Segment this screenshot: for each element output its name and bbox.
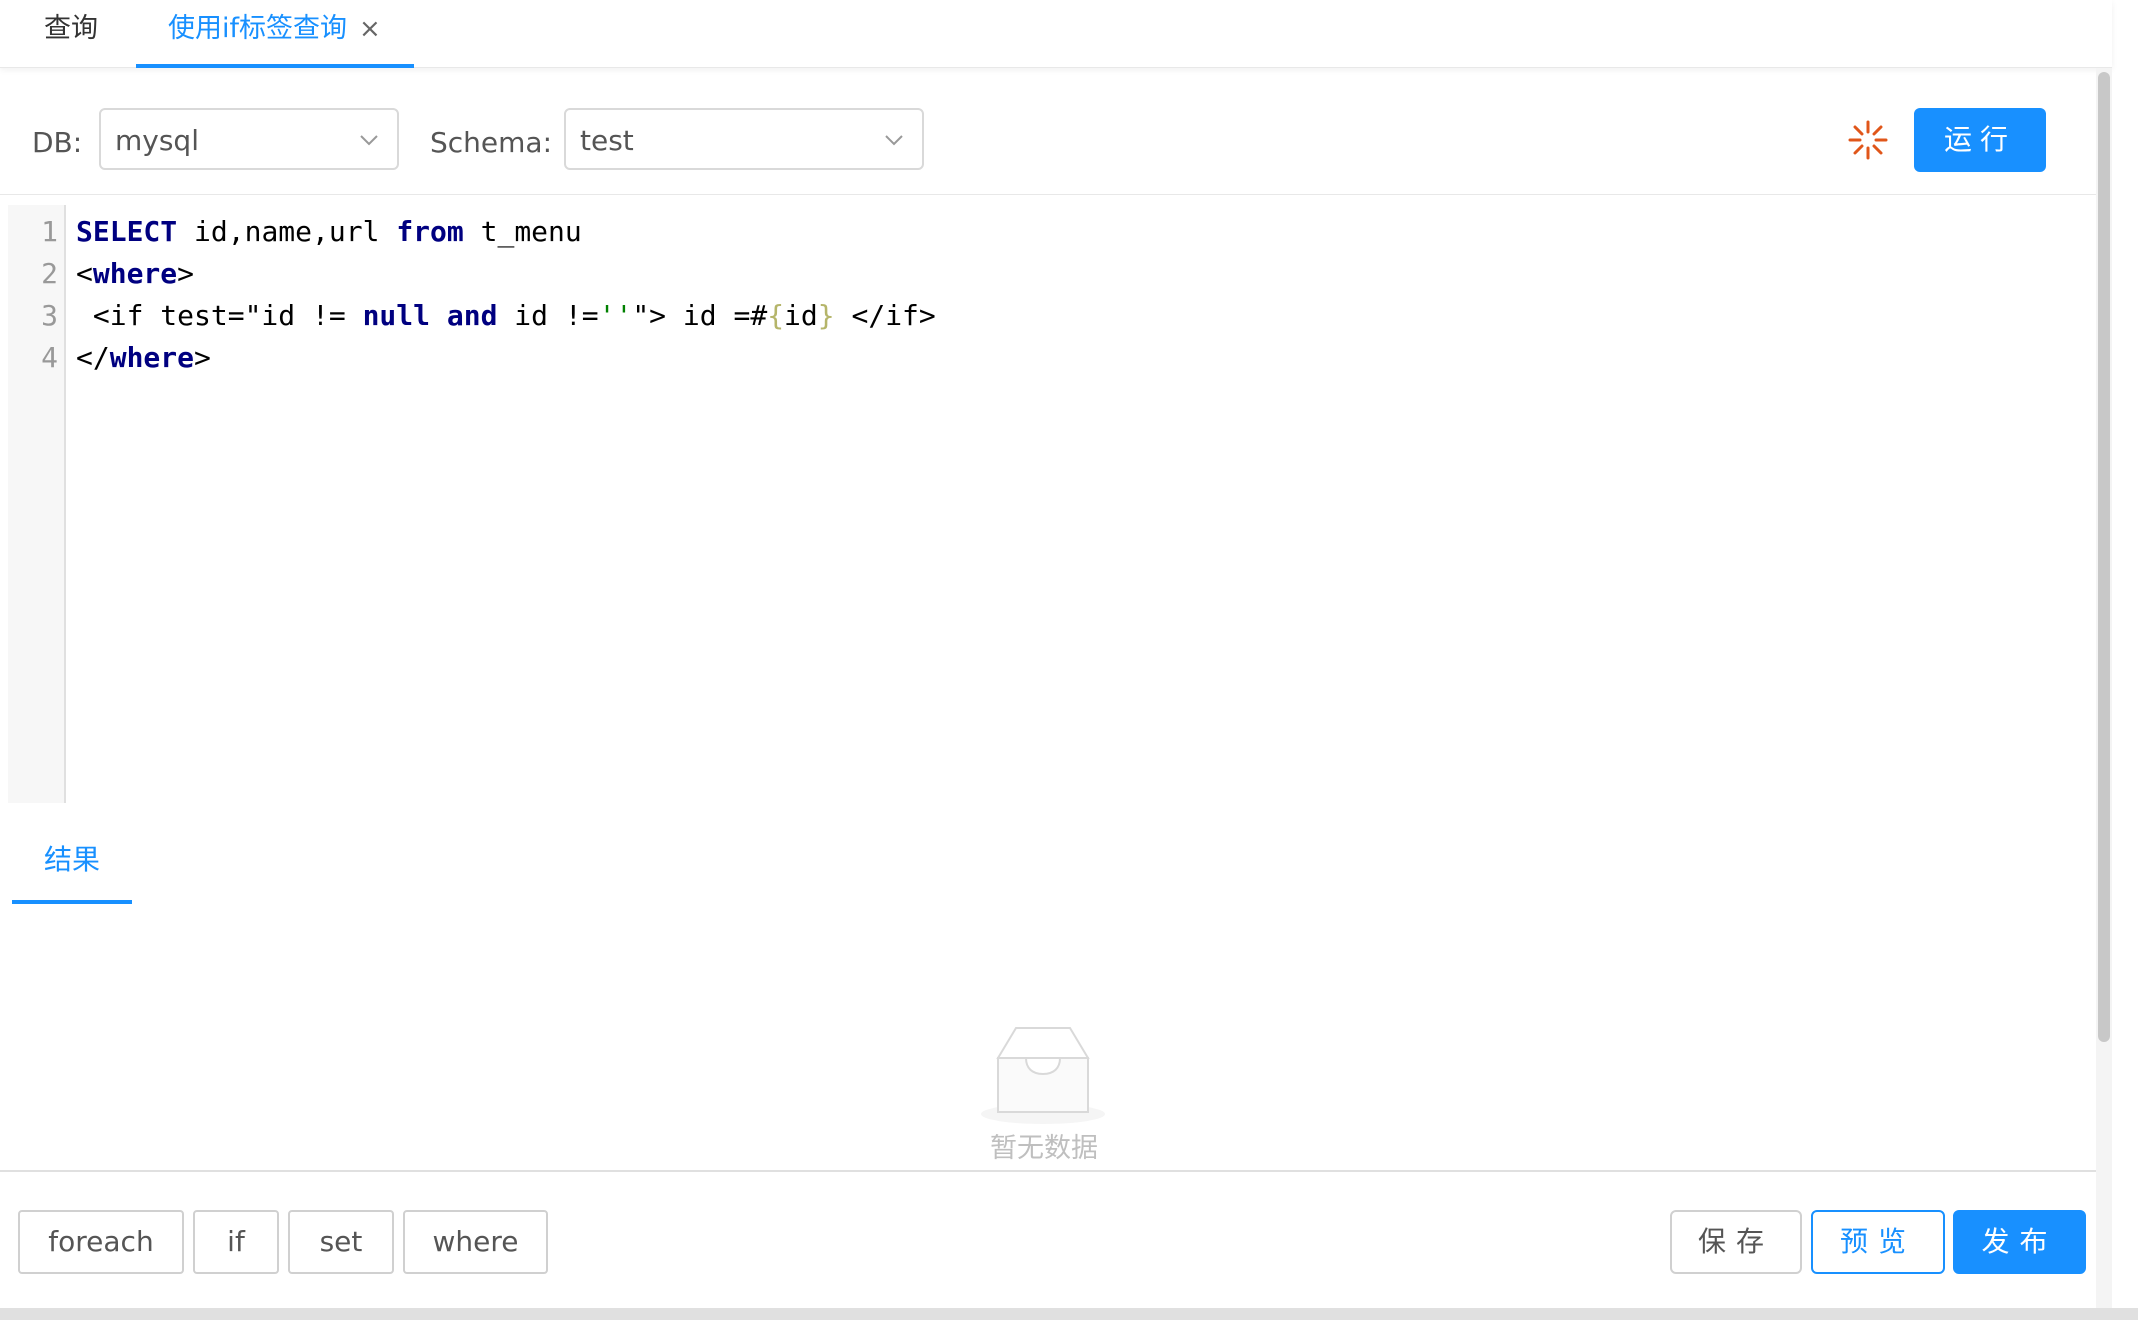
where-button[interactable]: where: [403, 1210, 548, 1274]
line-number: 2: [41, 257, 58, 290]
chevron-down-icon: [885, 135, 903, 146]
code-token: <if test="id !=: [76, 299, 363, 332]
set-button[interactable]: set: [288, 1210, 394, 1274]
line-number: 1: [41, 215, 58, 248]
code-token: SELECT: [76, 215, 178, 248]
tab-query-label: 查询: [44, 13, 98, 44]
line-number-gutter: 1 2 3 4: [8, 205, 66, 803]
publish-button[interactable]: 发布: [1953, 1210, 2086, 1274]
toolbar-divider: [0, 194, 2096, 195]
code-token: </: [76, 341, 110, 374]
code-token: id: [784, 299, 818, 332]
db-select[interactable]: mysql: [99, 108, 399, 170]
tab-bar: 查询 使用if标签查询 ×: [0, 0, 2112, 68]
tab-if-query[interactable]: 使用if标签查询 ×: [136, 0, 414, 68]
tab-if-query-label: 使用if标签查询: [168, 13, 348, 44]
db-label: DB:: [32, 126, 83, 159]
code-token: {: [767, 299, 785, 332]
save-button[interactable]: 保存: [1670, 1210, 1802, 1274]
db-select-value: mysql: [115, 124, 199, 157]
bottom-bar: foreach if set where 保存 预览 发布: [0, 1170, 2112, 1308]
vertical-scrollbar-thumb[interactable]: [2098, 72, 2110, 1042]
code-line: SELECT id,name,url from t_menu: [76, 215, 582, 248]
sql-editor[interactable]: 1 2 3 4 SELECT id,name,url from t_menu <…: [8, 205, 2096, 803]
code-token: id,name,url: [177, 215, 397, 248]
horizontal-scrollbar[interactable]: [0, 1308, 2138, 1320]
code-line: <if test="id != null and id !=''"> id =#…: [76, 299, 936, 332]
code-token: from: [396, 215, 464, 248]
code-token: "> id =#: [632, 299, 768, 332]
code-token: and: [446, 299, 498, 332]
toolbar: DB: mysql Schema: test 运行: [0, 96, 2096, 184]
format-sparkle-icon[interactable]: [1846, 118, 1890, 162]
tab-results[interactable]: 结果: [12, 836, 132, 904]
empty-text: 暂无数据: [990, 1133, 1098, 1164]
schema-select[interactable]: test: [564, 108, 924, 170]
close-icon[interactable]: ×: [359, 0, 381, 58]
code-token: t_menu: [463, 215, 582, 248]
if-button[interactable]: if: [193, 1210, 279, 1274]
foreach-button[interactable]: foreach: [18, 1210, 184, 1274]
chevron-down-icon: [360, 135, 378, 146]
run-button[interactable]: 运行: [1914, 108, 2046, 172]
line-number: 3: [41, 299, 58, 332]
code-token: }: [817, 299, 835, 332]
tab-query[interactable]: 查询: [44, 0, 98, 68]
code-token: </if>: [834, 299, 936, 332]
schema-label: Schema:: [430, 126, 553, 159]
code-token: '': [598, 299, 633, 332]
code-token: where: [92, 257, 178, 290]
code-line: </where>: [76, 341, 211, 374]
code-token: >: [177, 257, 195, 290]
code-token: null: [362, 299, 431, 332]
code-token: where: [109, 341, 195, 374]
preview-button[interactable]: 预览: [1811, 1210, 1945, 1274]
line-number: 4: [41, 341, 58, 374]
code-token: >: [194, 341, 211, 374]
code-token: <: [76, 257, 93, 290]
schema-select-value: test: [580, 124, 634, 157]
code-line: <where>: [76, 257, 194, 290]
code-token: id !=: [497, 299, 599, 332]
empty-inbox-icon: [981, 1027, 1105, 1124]
